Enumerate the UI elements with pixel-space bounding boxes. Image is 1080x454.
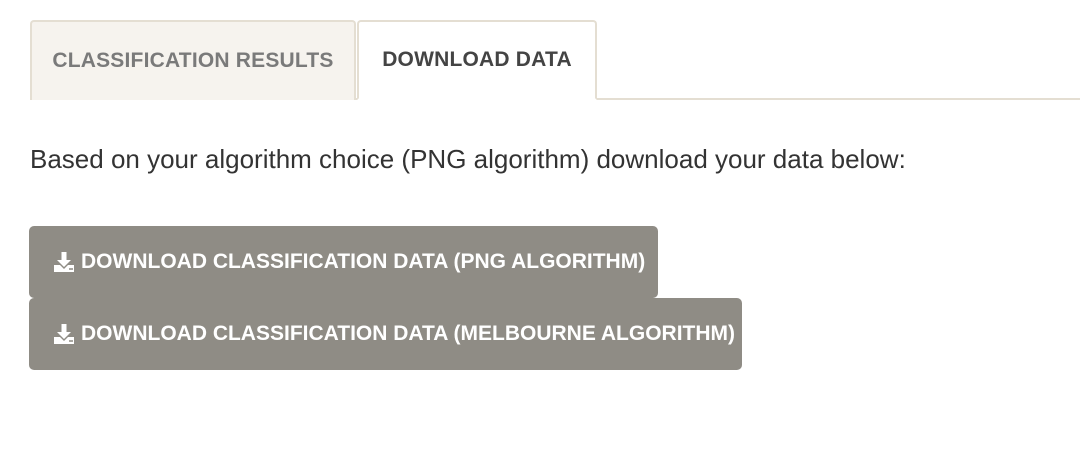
tab-classification-results[interactable]: CLASSIFICATION RESULTS: [30, 20, 356, 100]
tab-label: CLASSIFICATION RESULTS: [52, 49, 334, 72]
download-data-page: CLASSIFICATION RESULTS DOWNLOAD DATA Bas…: [0, 0, 1080, 454]
download-png-button[interactable]: DOWNLOAD CLASSIFICATION DATA (PNG ALGORI…: [29, 226, 658, 298]
download-png-label: DOWNLOAD CLASSIFICATION DATA (PNG ALGORI…: [81, 250, 646, 273]
download-icon: [53, 250, 75, 274]
download-melbourne-button[interactable]: DOWNLOAD CLASSIFICATION DATA (MELBOURNE …: [29, 298, 742, 370]
tab-download-data[interactable]: DOWNLOAD DATA: [357, 20, 597, 100]
tab-label: DOWNLOAD DATA: [382, 48, 572, 71]
download-icon: [53, 322, 75, 346]
download-melbourne-label: DOWNLOAD CLASSIFICATION DATA (MELBOURNE …: [81, 322, 736, 345]
intro-text: Based on your algorithm choice (PNG algo…: [30, 144, 906, 174]
